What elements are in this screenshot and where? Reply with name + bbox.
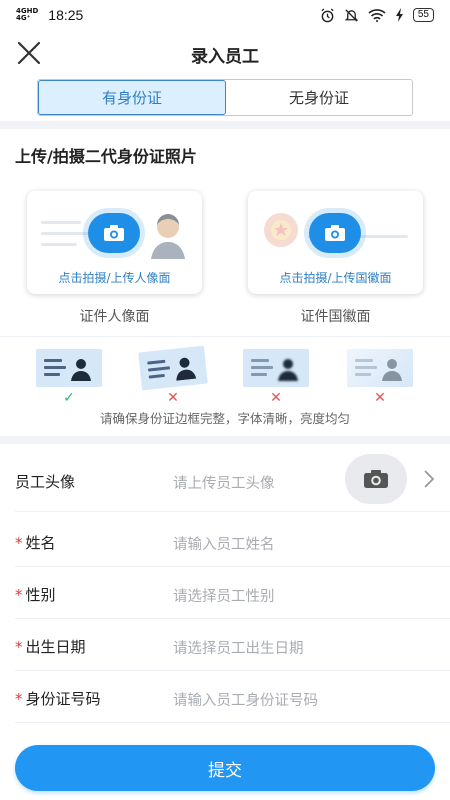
tab-with-id[interactable]: 有身份证	[38, 80, 226, 115]
portrait-side-caption: 证件人像面	[79, 309, 150, 325]
birthdate-row: * 出生日期 请选择员工出生日期	[15, 619, 450, 671]
camera-icon	[325, 225, 345, 241]
page-title: 录入员工	[191, 47, 259, 67]
birthdate-label-text: 出生日期	[25, 638, 86, 656]
name-row: * 姓名 请输入员工姓名	[15, 515, 450, 567]
required-mark: *	[15, 690, 23, 708]
submit-button[interactable]: 提交	[15, 745, 435, 791]
cross-icon: ✕	[374, 390, 386, 406]
gender-label: * 性别	[15, 584, 56, 605]
example-correct	[36, 349, 102, 387]
network-indicator: 4GHD 4G⁺	[16, 8, 38, 22]
required-mark: *	[15, 586, 23, 604]
birthdate-picker[interactable]: 请选择员工出生日期	[173, 637, 304, 658]
upload-emblem-link[interactable]: 点击拍摄/上传国徽面	[248, 269, 423, 286]
avatar-upload-button[interactable]	[345, 454, 407, 504]
upload-portrait-link[interactable]: 点击拍摄/上传人像面	[27, 269, 202, 286]
person-icon	[176, 357, 197, 381]
check-icon: ✓	[63, 390, 75, 406]
example-skewed	[138, 345, 208, 391]
avatar-label: 员工头像	[15, 473, 76, 491]
id-type-tabs: 有身份证 无身份证	[37, 79, 413, 116]
id-number-row: * 身份证号码 请输入员工身份证号码	[15, 671, 450, 723]
mute-icon	[344, 8, 359, 22]
battery-indicator: 55	[412, 8, 434, 22]
camera-button[interactable]	[309, 213, 361, 253]
network-bottom-label: 4G⁺	[16, 14, 31, 22]
upload-portrait-card[interactable]: 点击拍摄/上传人像面	[27, 191, 202, 294]
id-number-label: * 身份证号码	[15, 688, 101, 709]
section-divider	[0, 436, 450, 444]
status-time: 18:25	[48, 7, 84, 23]
emblem-side-caption: 证件国徽面	[300, 309, 371, 325]
section-divider	[0, 121, 450, 129]
status-bar: 4GHD 4G⁺ 18:25 55	[0, 0, 450, 30]
avatar-row: 员工头像 请上传员工头像	[15, 450, 450, 512]
charging-icon	[395, 8, 403, 22]
name-label: * 姓名	[15, 532, 56, 553]
required-mark: *	[15, 534, 23, 552]
nav-bar: 录入员工	[0, 34, 450, 70]
upload-emblem-card[interactable]: 点击拍摄/上传国徽面	[248, 191, 423, 294]
person-icon	[382, 359, 402, 381]
camera-icon	[364, 470, 388, 488]
national-emblem-icon	[264, 213, 298, 247]
wifi-icon	[368, 9, 386, 22]
example-glare	[347, 349, 413, 387]
cross-icon: ✕	[167, 390, 179, 406]
photo-examples: ✓ ✕ ✕ ✕ 请确保身份证边框完整，字体清晰，亮度均匀	[0, 336, 450, 436]
tab-without-id[interactable]: 无身份证	[226, 80, 412, 115]
avatar-placeholder: 请上传员工头像	[173, 476, 275, 492]
card-placeholder-lines	[41, 221, 89, 254]
birthdate-label: * 出生日期	[15, 636, 86, 657]
chevron-right-icon[interactable]	[423, 469, 435, 489]
camera-button[interactable]	[88, 213, 140, 253]
id-number-label-text: 身份证号码	[25, 690, 101, 708]
person-icon	[71, 359, 91, 381]
person-silhouette-icon	[151, 214, 185, 259]
person-icon	[278, 359, 298, 381]
upload-section-title: 上传/拍摄二代身份证照片	[15, 147, 197, 166]
name-label-text: 姓名	[25, 534, 56, 552]
alarm-icon	[321, 7, 334, 22]
cross-icon: ✕	[270, 390, 282, 406]
name-input[interactable]: 请输入员工姓名	[173, 533, 275, 554]
gender-row: * 性别 请选择员工性别	[15, 567, 450, 619]
gender-select[interactable]: 请选择员工性别	[173, 585, 275, 606]
example-blurry	[243, 349, 309, 387]
required-mark: *	[15, 638, 23, 656]
camera-icon	[104, 225, 124, 241]
photo-requirement-hint: 请确保身份证边框完整，字体清晰，亮度均匀	[99, 411, 350, 426]
gender-label-text: 性别	[25, 586, 56, 604]
id-number-input[interactable]: 请输入员工身份证号码	[173, 689, 318, 710]
